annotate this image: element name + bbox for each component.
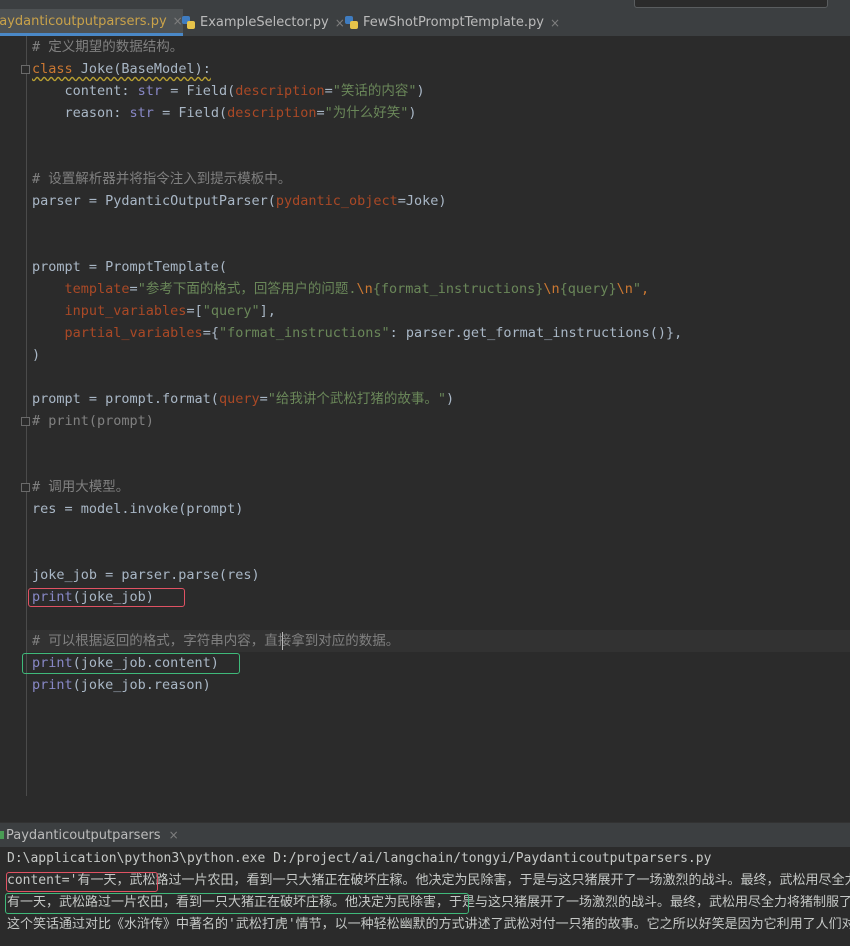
- console-line: D:\application\python3\python.exe D:/pro…: [7, 851, 712, 866]
- run-tool-window-header: Paydanticoutputparsers ×: [0, 822, 850, 847]
- code-line-2: class Joke(BaseModel):: [32, 61, 211, 77]
- code-line-7: # 设置解析器并将指令注入到提示模板中。: [32, 171, 292, 187]
- console-line: 这个笑话通过对比《水浒传》中著名的'武松打虎'情节，以一种轻松幽默的方式讲述了武…: [7, 917, 850, 932]
- fold-marker-icon[interactable]: [21, 483, 30, 492]
- code-line-15: ): [32, 347, 41, 363]
- tab-label: Paydanticoutputparsers.py: [0, 13, 167, 29]
- tab-exampleselector[interactable]: ExampleSelector.py ×: [182, 9, 345, 36]
- fold-marker-icon[interactable]: [21, 65, 30, 74]
- tab-fewshotprompttemplate[interactable]: FewShotPromptTemplate.py ×: [345, 9, 560, 36]
- run-config-icon: [0, 831, 4, 839]
- gutter-separator: [26, 36, 27, 796]
- red-highlight-box: [28, 588, 185, 607]
- python-file-icon: [345, 16, 358, 29]
- run-tab[interactable]: Paydanticoutputparsers ×: [0, 823, 179, 847]
- tab-paydanticoutputparsers[interactable]: Paydanticoutputparsers.py ×: [0, 9, 183, 36]
- run-tab-label: Paydanticoutputparsers: [6, 827, 161, 843]
- run-console[interactable]: D:\application\python3\python.exe D:/pro…: [0, 847, 850, 946]
- fold-marker-icon[interactable]: [21, 417, 30, 426]
- tab-label: ExampleSelector.py: [200, 15, 329, 30]
- close-icon[interactable]: ×: [550, 16, 560, 30]
- red-highlight-box: [6, 872, 158, 892]
- python-file-icon: [182, 16, 195, 29]
- text-cursor: [282, 632, 283, 650]
- code-line-11: prompt = PromptTemplate(: [32, 259, 228, 275]
- search-everywhere-field[interactable]: [634, 0, 828, 8]
- code-line-3: content: str = Field(description="笑话的内容"…: [32, 83, 425, 99]
- code-line-13: input_variables=["query"],: [64, 303, 276, 319]
- green-highlight-box: [22, 653, 240, 674]
- close-icon[interactable]: ×: [335, 16, 345, 30]
- tab-label: FewShotPromptTemplate.py: [363, 15, 544, 30]
- code-line-28: # 可以根据返回的格式，字符串内容，直接拿到对应的数据。: [32, 633, 400, 649]
- code-line-30: print(joke_job.reason): [32, 677, 211, 693]
- code-line-25: joke_job = parser.parse(res): [32, 567, 260, 583]
- code-line-17: prompt = prompt.format(query="给我讲个武松打猪的故…: [32, 391, 455, 407]
- code-line-22: res = model.invoke(prompt): [32, 501, 244, 517]
- editor-tab-bar: Paydanticoutputparsers.py × ExampleSelec…: [0, 9, 850, 37]
- code-editor[interactable]: # 定义期望的数据结构。 class Joke(BaseModel): cont…: [0, 36, 850, 822]
- code-line-1: # 定义期望的数据结构。: [32, 39, 184, 55]
- green-highlight-box: [5, 893, 469, 914]
- close-icon[interactable]: ×: [169, 828, 179, 842]
- code-line-12: template="参考下面的格式，回答用户的问题.\n{format_inst…: [64, 281, 650, 297]
- code-line-8: parser = PydanticOutputParser(pydantic_o…: [32, 193, 447, 209]
- code-line-14: partial_variables={"format_instructions"…: [64, 325, 683, 341]
- code-line-21: # 调用大模型。: [32, 479, 130, 495]
- code-line-18: # print(prompt): [32, 413, 154, 429]
- code-line-4: reason: str = Field(description="为什么好笑"): [32, 105, 417, 121]
- window-top-strip: [0, 0, 850, 9]
